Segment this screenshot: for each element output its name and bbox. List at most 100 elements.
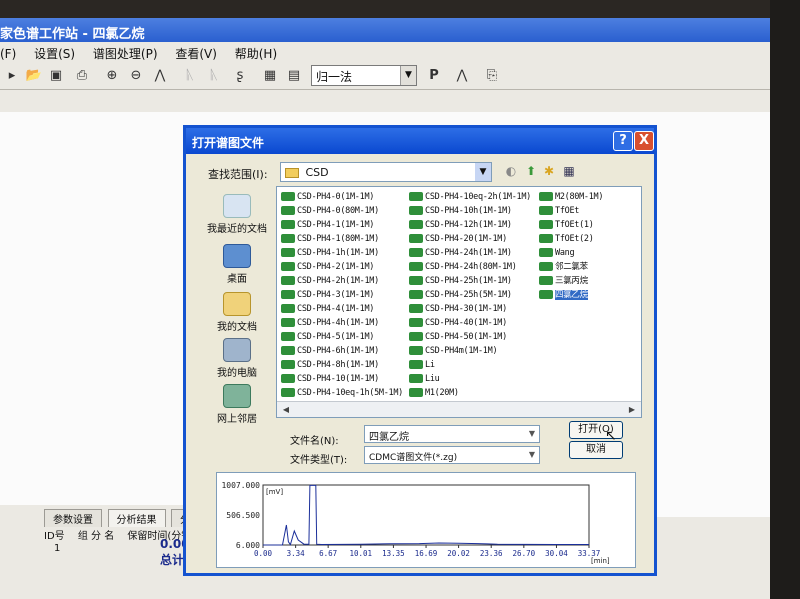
file-item[interactable]: CSD-PH4-0(1M-1M) [281,190,403,204]
file-item[interactable]: CSD-PH4-30(1M-1M) [409,302,531,316]
file-item[interactable]: CSD-PH4-10h(1M-1M) [409,204,531,218]
chromatogram-file-icon [281,206,295,215]
col-id: ID号 [44,531,65,542]
scroll-left-icon[interactable]: ◀ [280,404,292,416]
filename-input[interactable]: 四氯乙烷 ▼ [364,425,540,443]
file-item[interactable]: CSD-PH4-1(80M-1M) [281,232,403,246]
chevron-down-icon[interactable]: ▼ [475,163,491,181]
integrate-icon[interactable]: ᚣ [180,66,200,86]
look-in-combo[interactable]: CSD ▼ [280,162,492,182]
tab-parameters[interactable]: 参数设置 [44,509,102,527]
menu-processing[interactable]: 谱图处理(P) [93,47,158,61]
method-combo-value: 归一法 [316,70,353,84]
file-item[interactable]: CSD-PH4-6h(1M-1M) [281,344,403,358]
nav-icon[interactable]: ▸ [2,66,22,86]
file-item[interactable]: CSD-PH4-24h(80M-1M) [409,260,531,274]
file-item[interactable]: CSD-PH4-40(1M-1M) [409,316,531,330]
file-item[interactable]: CSD-PH4-1(1M-1M) [281,218,403,232]
help-button[interactable]: ? [613,131,633,151]
report-icon[interactable]: ʂ [230,66,250,86]
place-network[interactable]: 网上邻居 [204,384,270,425]
file-item[interactable]: Liu [409,372,531,386]
file-item[interactable]: CSD-PH4-20(1M-1M) [409,232,531,246]
chromatogram-file-icon [409,192,423,201]
file-item[interactable]: CSD-PH4-3(1M-1M) [281,288,403,302]
file-item[interactable]: CSD-PH4-25h(5M-1M) [409,288,531,302]
file-item[interactable]: M2(80M-1M) [539,190,603,204]
menu-settings[interactable]: 设置(S) [34,47,75,61]
file-item[interactable]: CSD-PH4-5(1M-1M) [281,330,403,344]
file-name: CSD-PH4-25h(5M-1M) [425,290,512,300]
file-item[interactable]: CSD-PH4-8h(1M-1M) [281,358,403,372]
file-item[interactable]: 四氯乙烷 [539,288,603,302]
file-item[interactable]: CSD-PH4-24h(1M-1M) [409,246,531,260]
file-item[interactable]: CSD-PH4m(1M-1M) [409,344,531,358]
file-name: CSD-PH4-20(1M-1M) [425,234,507,244]
file-item[interactable]: Li [409,358,531,372]
print-icon[interactable]: ⎙ [72,66,92,86]
file-name: M1(20M) [425,388,459,398]
file-item[interactable]: Wang [539,246,603,260]
monitor-bezel [770,0,800,599]
file-item[interactable]: CSD-PH4-50(1M-1M) [409,330,531,344]
file-item[interactable]: M1(20M) [409,386,531,400]
chevron-down-icon[interactable]: ▼ [400,66,416,85]
tab-results[interactable]: 分析结果 [107,509,166,527]
menu-view[interactable]: 查看(V) [175,47,217,61]
place-mydocs[interactable]: 我的文档 [204,292,270,333]
zoom-out-icon[interactable]: ⊖ [126,66,146,86]
x-tick-label: 16.69 [415,549,438,558]
file-item[interactable]: CSD-PH4-25h(1M-1M) [409,274,531,288]
filetype-select[interactable]: CDMC谱图文件(*.zg) ▼ [364,446,540,464]
file-item[interactable]: TfOEt [539,204,603,218]
file-item[interactable]: CSD-PH4-12h(1M-1M) [409,218,531,232]
up-folder-icon[interactable]: ⬆ [524,164,538,178]
place-mycomputer[interactable]: 我的电脑 [204,338,270,379]
file-item[interactable]: CSD-PH4-0(80M-1M) [281,204,403,218]
file-item[interactable]: TfOEt(1) [539,218,603,232]
x-axis-label: [min] [591,557,610,565]
horizontal-scrollbar[interactable]: ◀ ▶ [277,401,641,417]
chevron-down-icon[interactable]: ▼ [525,426,539,442]
table-icon[interactable]: ▦ [260,66,280,86]
p-button[interactable]: P [424,66,444,86]
zoom-in-icon[interactable]: ⊕ [102,66,122,86]
file-item[interactable]: CSD-PH4-10(1M-1M) [281,372,403,386]
file-item[interactable]: CSD-PH4-4h(1M-1M) [281,316,403,330]
grid-icon[interactable]: ▤ [284,66,304,86]
menubar: (F) 设置(S) 谱图处理(P) 查看(V) 帮助(H) [0,42,772,62]
file-item[interactable]: 邻二氯苯 [539,260,603,274]
peak-icon[interactable]: ⋀ [150,66,170,86]
baseline-icon[interactable]: ᚣ [204,66,224,86]
file-item[interactable]: TfOEt(2) [539,232,603,246]
file-item[interactable]: CSD-PH4-1h(1M-1M) [281,246,403,260]
export-icon[interactable]: ⎘ [482,66,502,86]
back-icon[interactable]: ◐ [504,164,518,178]
filename-value: 四氯乙烷 [369,432,409,443]
place-recent[interactable]: 我最近的文档 [204,194,270,235]
file-name: CSD-PH4-24h(1M-1M) [425,248,512,258]
file-item[interactable]: CSD-PH4-4(1M-1M) [281,302,403,316]
my-documents-icon [223,292,251,316]
file-item[interactable]: CSD-PH4-10eq-2h(1M-1M) [409,190,531,204]
file-item[interactable]: CSD-PH4-2(1M-1M) [281,260,403,274]
save-icon[interactable]: ▣ [46,66,66,86]
file-item[interactable]: CSD-PH4-10eq-1h(5M-1M) [281,386,403,400]
chromatogram-icon[interactable]: ⋀ [452,66,472,86]
menu-help[interactable]: 帮助(H) [235,47,277,61]
scroll-right-icon[interactable]: ▶ [626,404,638,416]
method-combo[interactable]: 归一法 ▼ [311,65,417,86]
chevron-down-icon[interactable]: ▼ [525,447,539,463]
close-button[interactable]: X [634,131,654,151]
open-icon[interactable]: 📂 [24,66,44,86]
new-folder-icon[interactable]: ✱ [542,164,556,178]
folder-icon [285,168,299,178]
file-name: Liu [425,374,440,384]
file-item[interactable]: CSD-PH4-2h(1M-1M) [281,274,403,288]
view-menu-icon[interactable]: ▦ [562,164,576,178]
filetype-label: 文件类型(T): [290,455,348,466]
chromatogram-file-icon [539,234,553,243]
place-desktop[interactable]: 桌面 [204,244,270,285]
file-item[interactable]: 三氯丙烷 [539,274,603,288]
menu-file[interactable]: (F) [0,47,16,61]
